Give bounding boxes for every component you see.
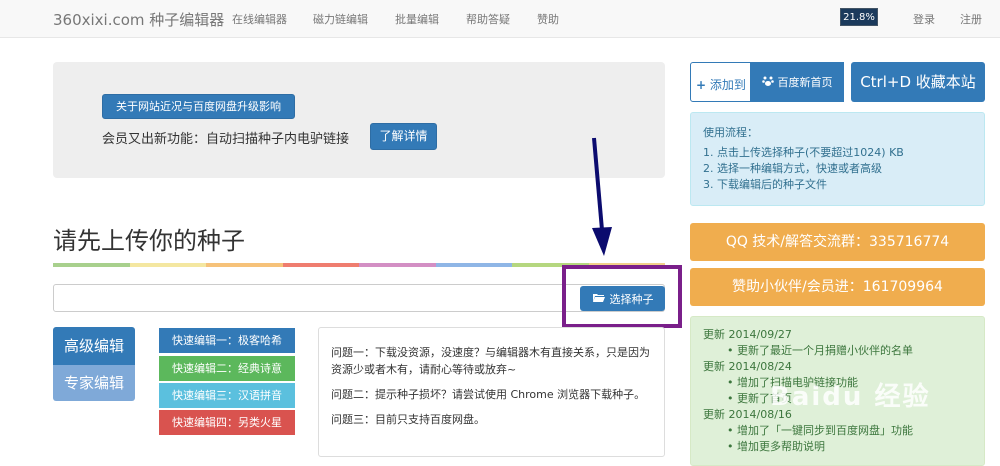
quick-edit-4-button[interactable]: 快速编辑四：另类火星	[159, 410, 295, 435]
add-to-button[interactable]: + 添加到	[696, 76, 746, 93]
quick-edit-3-button[interactable]: 快速编辑三：汉语拼音	[159, 383, 295, 408]
changelog-date: 更新 2014/08/24	[703, 360, 792, 373]
site-status-button[interactable]: 关于网站近况与百度网盘升级影响	[102, 94, 295, 119]
howto-step: 3. 下载编辑后的种子文件	[703, 178, 827, 191]
howto-panel: 使用流程： 1. 点击上传选择种子(不要超过1024) KB 2. 选择一种编辑…	[690, 112, 985, 206]
faq-panel: 问题一：下载没资源，没速度？与编辑器木有直接关系，只是因为资源少或者木有，请耐心…	[318, 327, 665, 457]
advanced-edit-button[interactable]: 高级编辑	[53, 327, 135, 365]
faq-item-2: 问题二：提示种子损坏？请尝试使用 Chrome 浏览器下载种子。	[331, 388, 646, 401]
expert-edit-button[interactable]: 专家编辑	[53, 365, 135, 401]
qq-group-button[interactable]: QQ 技术/解答交流群：335716774	[690, 223, 985, 261]
changelog-date: 更新 2014/09/27	[703, 328, 792, 341]
howto-title: 使用流程：	[703, 126, 758, 139]
nav-batch-editor[interactable]: 批量编辑	[395, 11, 439, 27]
detail-button[interactable]: 了解详情	[370, 123, 437, 150]
annotation-arrow-icon	[592, 137, 612, 256]
howto-step: 1. 点击上传选择种子(不要超过1024) KB	[703, 146, 904, 159]
upload-title: 请先上传你的种子	[53, 227, 245, 255]
changelog-item: • 增加更多帮助说明	[727, 440, 825, 453]
nav-sponsor[interactable]: 赞助	[537, 11, 559, 27]
quick-edit-1-button[interactable]: 快速编辑一：极客哈希	[159, 328, 295, 353]
quick-edit-2-button[interactable]: 快速编辑二：经典诗意	[159, 356, 295, 381]
notice-text: 会员又出新功能：自动扫描种子内电驴链接	[102, 132, 350, 147]
bookmark-button[interactable]: Ctrl+D 收藏本站	[851, 62, 985, 102]
changelog-item: • 更新了最近一个月捐赠小伙伴的名单	[727, 344, 913, 357]
changelog-item: • 增加了「一键同步到百度网盘」功能	[727, 424, 913, 437]
nav-register[interactable]: 注册	[960, 11, 982, 27]
nav-magnet-editor[interactable]: 磁力链编辑	[313, 11, 368, 27]
site-brand[interactable]: 360xixi.com 种子编辑器	[53, 9, 224, 30]
add-to-label: 添加到	[709, 78, 746, 92]
baidu-home-label: 百度新首页	[777, 76, 833, 89]
nav-online-editor[interactable]: 在线编辑器	[232, 11, 287, 27]
faq-item-1: 问题一：下载没资源，没速度？与编辑器木有直接关系，只是因为资源少或者木有，请耐心…	[331, 346, 650, 376]
nav-help[interactable]: 帮助答疑	[466, 11, 510, 27]
paw-icon	[761, 75, 774, 90]
baidu-watermark: Baidu 经验	[770, 382, 931, 412]
top-navbar: 360xixi.com 种子编辑器 在线编辑器 磁力链编辑 批量编辑 帮助答疑 …	[0, 0, 1000, 38]
howto-step: 2. 选择一种编辑方式，快速或者高级	[703, 162, 882, 175]
highlight-annotation-box	[562, 265, 682, 328]
percent-badge: 21.8%	[840, 8, 878, 26]
nav-login[interactable]: 登录	[913, 11, 935, 27]
plus-icon: +	[696, 78, 707, 92]
faq-item-3: 问题三：目前只支持百度网盘。	[331, 413, 485, 426]
sponsor-group-button[interactable]: 赞助小伙伴/会员进：161709964	[690, 268, 985, 306]
baidu-home-button[interactable]: 百度新首页	[750, 62, 844, 102]
